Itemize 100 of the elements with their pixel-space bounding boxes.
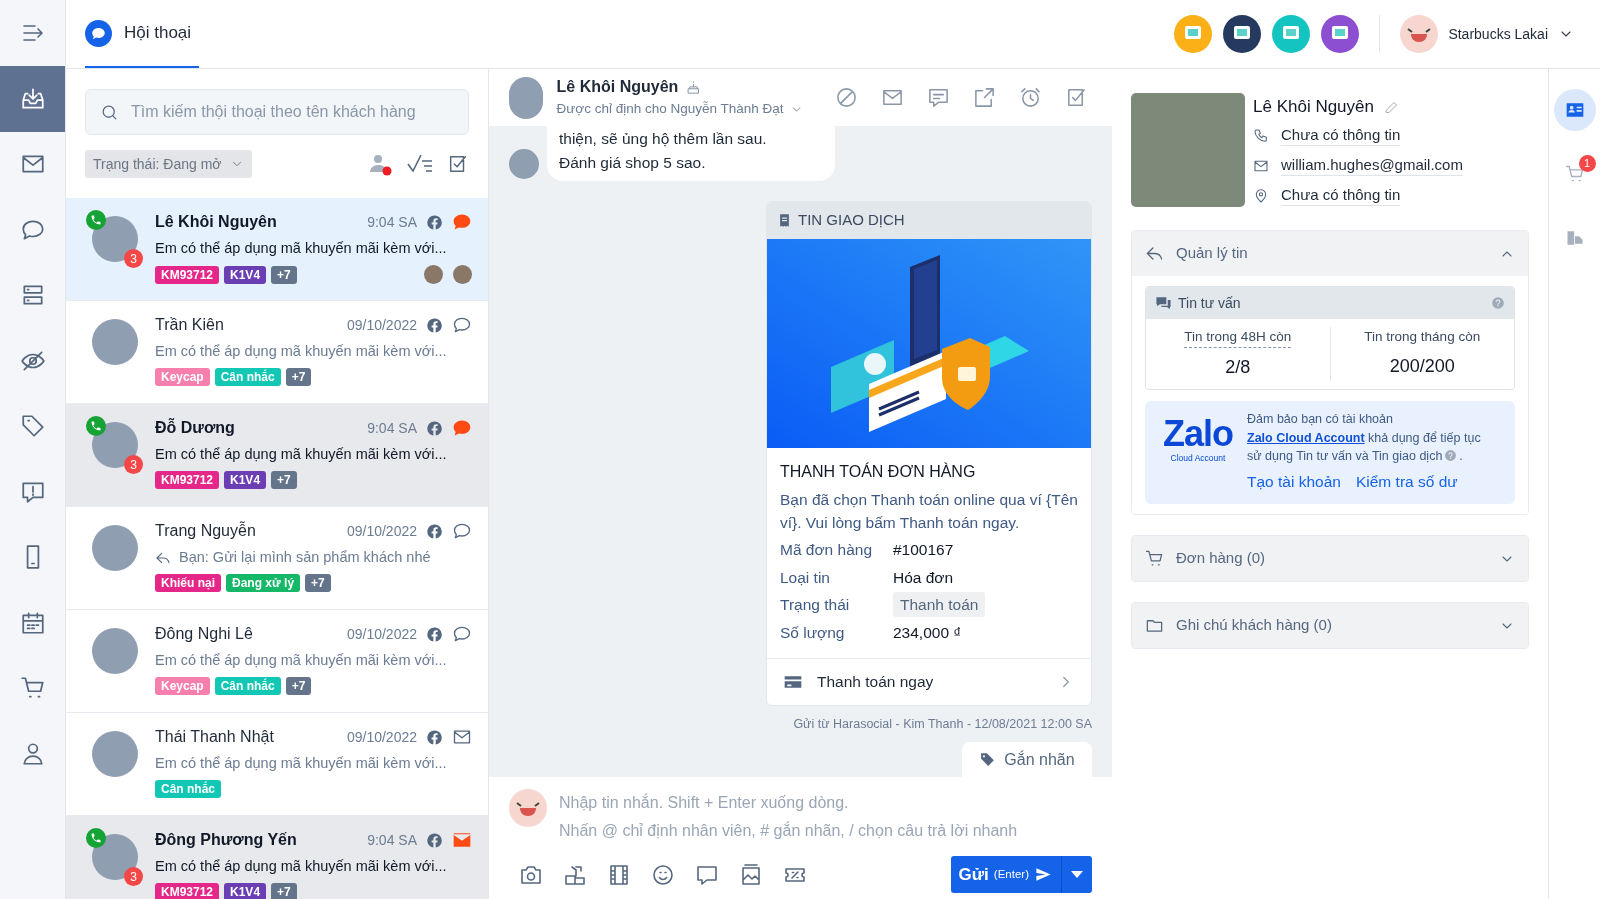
stat-value: 2/8 bbox=[1225, 356, 1251, 380]
tag-label: Keycap bbox=[155, 677, 210, 695]
conversation-item[interactable]: 3 Lê Khôi Nguyên 9:04 SA Em có thể áp dụng mã khuyến mãi kèm với... KM93712 K1V4 +7 bbox=[66, 198, 488, 301]
message-time: 09/10/2022 bbox=[346, 315, 417, 335]
tag-label: Đang xử lý bbox=[226, 574, 301, 592]
tag-label: Keycap bbox=[155, 368, 210, 386]
help-icon[interactable] bbox=[1444, 449, 1458, 463]
avatar-photo bbox=[92, 319, 138, 365]
help-icon[interactable] bbox=[1491, 296, 1505, 310]
message-time: 9:04 SA bbox=[367, 212, 417, 232]
reply-icon bbox=[1145, 244, 1164, 263]
caret-icon bbox=[1071, 871, 1083, 878]
conversation-item[interactable]: 3 Đông Phương Yến 9:04 SA Em có thể áp dụng mã khuyến mãi kèm với... KM93712 K1V4 +7 bbox=[66, 816, 488, 899]
conversation-item[interactable]: 3 Đỗ Dương 9:04 SA Em có thể áp dụng mã khuyến mãi kèm với... KM93712 K1V4 +7 bbox=[66, 404, 488, 507]
receipt-icon bbox=[777, 213, 792, 228]
status-filter-dropdown[interactable]: Trạng thái: Đang mở bbox=[85, 150, 252, 178]
chat-bubble-icon bbox=[452, 315, 472, 335]
smile-icon bbox=[651, 862, 675, 887]
pencil-icon bbox=[1384, 99, 1399, 115]
tag-label: +7 bbox=[305, 574, 331, 592]
external-link-icon bbox=[972, 86, 996, 109]
message-preview: Em có thể áp dụng mã khuyến mãi kèm với... bbox=[155, 857, 447, 877]
location-pin-icon bbox=[1253, 187, 1269, 204]
pay-now-button[interactable]: Thanh toán ngay bbox=[767, 658, 1091, 705]
avatar-photo bbox=[92, 731, 138, 777]
avatar-photo bbox=[509, 76, 543, 119]
tag-label: K1V4 bbox=[224, 471, 267, 489]
account-menu[interactable]: Starbucks Lakai bbox=[1400, 0, 1574, 68]
message-text: thiện, sẽ ủng hộ thêm lần sau. bbox=[559, 129, 768, 149]
facebook-icon bbox=[426, 419, 443, 437]
message-time: 09/10/2022 bbox=[346, 624, 417, 644]
message-time: 09/10/2022 bbox=[346, 521, 417, 541]
tag-label: KM93712 bbox=[155, 883, 220, 899]
contact-name: Thái Thanh Nhật bbox=[155, 727, 275, 747]
assignee-dropdown[interactable]: Được chỉ định cho Nguyễn Thành Đạt bbox=[556, 99, 803, 120]
contact-name: Lê Khôi Nguyên bbox=[155, 212, 278, 232]
stat-label: Tin trong tháng còn bbox=[1364, 328, 1481, 346]
section-header[interactable]: Đơn hàng (0) bbox=[1132, 536, 1528, 581]
field-value: Hóa đơn bbox=[893, 567, 954, 588]
tag-label: K1V4 bbox=[224, 883, 267, 899]
message-input[interactable]: Nhập tin nhắn. Shift + Enter xuống dòng. Nhấn @ chỉ định nhân viên, # gắn nhãn, / chọn câu trả lời nhanh bbox=[559, 789, 1092, 847]
search-field[interactable]: Tìm kiếm thội thoại theo tên khách hàng bbox=[85, 89, 469, 135]
card-description: Bạn đã chọn Thanh toán online qua ví {Tên ví}. Vui lòng bấm Thanh toán ngay. bbox=[780, 490, 1078, 533]
action-link[interactable]: Tạo tài khoản bbox=[1247, 469, 1341, 493]
contact-name: Đông Nghi Lê bbox=[155, 624, 254, 644]
side-panel-tab[interactable] bbox=[1553, 89, 1596, 131]
info-value[interactable]: Chưa có thông tin bbox=[1281, 185, 1401, 206]
message-preview: Em có thể áp dụng mã khuyến mãi kèm với... bbox=[155, 445, 447, 465]
sort-list-button[interactable] bbox=[407, 153, 433, 175]
contact-name: Trần Kiên bbox=[155, 315, 225, 335]
message-composer[interactable]: Nhập tin nhắn. Shift + Enter xuống dòng. Nhấn @ chỉ định nhân viên, # gắn nhãn, / chọn câu trả lời nhanh Gửi (Enter) bbox=[489, 777, 1112, 899]
section-header[interactable]: Quản lý tin bbox=[1132, 231, 1528, 276]
info-value[interactable]: Chưa có thông tin bbox=[1281, 125, 1401, 146]
contact-name: Đỗ Dương bbox=[155, 417, 236, 438]
assignee-avatar bbox=[453, 265, 472, 284]
action-link[interactable]: Kiểm tra số dư bbox=[1355, 469, 1458, 493]
sidebar-item[interactable] bbox=[0, 66, 65, 132]
check-list-icon bbox=[407, 153, 433, 175]
alarm-clock-icon bbox=[1018, 86, 1042, 109]
tag-label: KM93712 bbox=[155, 471, 220, 489]
facebook-icon bbox=[426, 728, 443, 746]
tag-label: +7 bbox=[271, 883, 297, 899]
contact-card-icon bbox=[1564, 100, 1585, 120]
unread-count: 3 bbox=[124, 867, 143, 886]
field-label: Mã đơn hàng bbox=[780, 540, 874, 561]
card-header: Tin tư vấn bbox=[1178, 293, 1242, 313]
cart-icon bbox=[1564, 164, 1585, 184]
chat-bubbles-icon bbox=[1155, 294, 1172, 312]
zalo-logo-caption: Cloud Account bbox=[1170, 452, 1226, 465]
status-chip: Thanh toán bbox=[893, 592, 986, 618]
chat-bubble-icon bbox=[452, 418, 472, 438]
unread-count: 3 bbox=[124, 455, 143, 474]
message-preview: Em có thể áp dụng mã khuyến mãi kèm với... bbox=[155, 239, 447, 259]
film-icon bbox=[607, 862, 631, 887]
stat-label: Tin trong 48H còn bbox=[1184, 327, 1292, 349]
mail-icon bbox=[452, 830, 472, 850]
tag-label: KM93712 bbox=[155, 265, 220, 284]
info-value[interactable]: william.hughes@gmail.com bbox=[1281, 155, 1463, 176]
search-input[interactable]: Tìm kiếm thội thoại theo tên khách hàng bbox=[131, 100, 454, 124]
select-all-button[interactable] bbox=[447, 153, 469, 175]
message-preview: Bạn: Gửi lại mình sản phẩm khách nhé bbox=[179, 548, 431, 568]
side-panel-tab[interactable]: 1 bbox=[1553, 153, 1596, 195]
tag-icon bbox=[979, 751, 997, 768]
field-value: 234,000 ₫ bbox=[893, 622, 962, 643]
cart-count-badge: 1 bbox=[1578, 155, 1596, 172]
add-label-button[interactable]: Gắn nhãn bbox=[962, 742, 1092, 777]
cake-icon bbox=[686, 79, 702, 95]
conversations-tab[interactable]: Hội thoại bbox=[85, 0, 200, 68]
tag-label: Cân nhắc bbox=[155, 780, 221, 798]
section-header[interactable]: Ghi chú khách hàng (0) bbox=[1132, 603, 1528, 648]
chat-icon bbox=[91, 25, 106, 41]
sent-info: Gửi từ Harasocial - Kim Thanh - 12/08/2021 12:00 SA bbox=[793, 716, 1092, 733]
message-preview: Em có thể áp dụng mã khuyến mãi kèm với... bbox=[155, 651, 447, 671]
zalo-account-link[interactable]: Zalo Cloud Account bbox=[1247, 430, 1365, 445]
image-icon bbox=[739, 862, 763, 887]
customer-name: Lê Khôi Nguyên bbox=[1253, 96, 1374, 119]
contact-name: Lê Khôi Nguyên bbox=[556, 77, 679, 98]
card-header: TIN GIAO DỊCH bbox=[798, 210, 905, 231]
tag-label: +7 bbox=[271, 265, 297, 284]
avatar-photo bbox=[92, 628, 138, 674]
